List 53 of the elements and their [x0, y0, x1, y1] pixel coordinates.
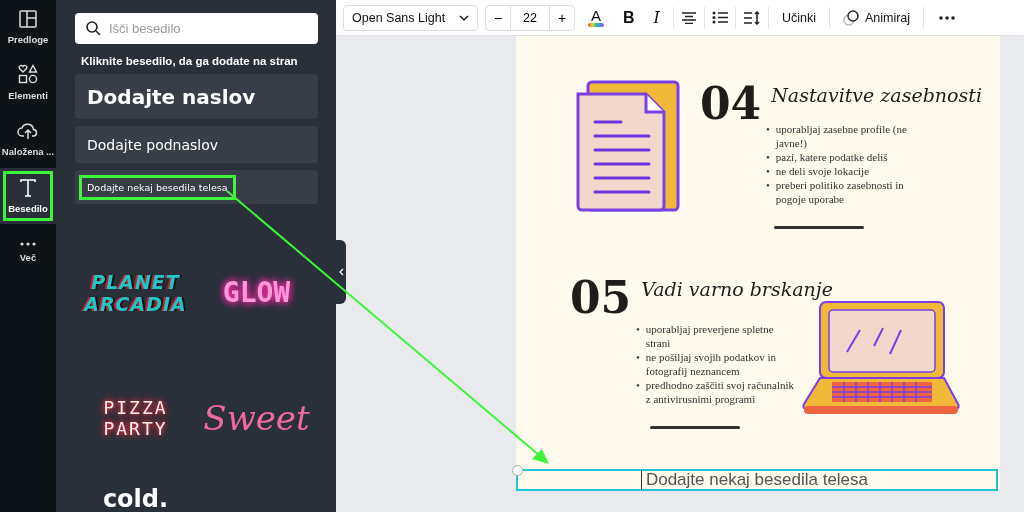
- bullet-marker: •: [766, 164, 770, 178]
- font-size-field[interactable]: 22: [511, 4, 549, 31]
- bullet-item: uporabljaj zasebne profile (ne javne!): [775, 122, 908, 150]
- animate-button[interactable]: Animiraj: [836, 4, 917, 31]
- panel-heading: Kliknite besedilo, da ga dodate na stran: [81, 55, 299, 67]
- text-icon: [20, 178, 36, 197]
- bullet-marker: •: [766, 150, 770, 164]
- bullet-item: preberi politiko zasebnosti in pogoje uporabe: [775, 178, 905, 206]
- more-icon[interactable]: [939, 15, 956, 20]
- more-icon: [20, 241, 36, 246]
- bullet-marker: •: [636, 350, 640, 365]
- text-cursor: [641, 470, 642, 490]
- text-preset[interactable]: Dodajte nekaj besedila telesa: [79, 174, 236, 200]
- font-dropdown[interactable]: Open Sans Light: [343, 4, 478, 31]
- text-style-sample[interactable]: PLANET ARCADIA: [75, 230, 196, 355]
- shapes-icon: [18, 63, 38, 84]
- text-style-sample[interactable]: Sweet: [196, 355, 317, 480]
- bulleted-list-icon[interactable]: [711, 11, 728, 24]
- bullet-item: ne deli svoje lokacije: [775, 164, 870, 178]
- bullet-item: predhodno zaščiti svoj računalnik z antivirusnimi programi: [645, 378, 795, 406]
- cloud-upload-icon: [17, 121, 39, 140]
- section-number: 04: [700, 82, 762, 126]
- section-number: 05: [570, 276, 632, 320]
- increase-size-button[interactable]: +: [549, 4, 575, 31]
- chevron-down-icon: [459, 14, 469, 21]
- animate-icon: [842, 9, 859, 26]
- effects-button[interactable]: Učinki: [775, 4, 822, 31]
- text-style-sample[interactable]: GLOW: [196, 230, 317, 355]
- section-title: Vadi varno brskanje: [641, 278, 833, 300]
- text-color-button[interactable]: A: [582, 4, 610, 31]
- section-title: Nastavitve zasebnosti: [771, 84, 982, 106]
- collapse-panel-handle[interactable]: [336, 240, 346, 304]
- bullet-marker: •: [636, 322, 640, 337]
- text-preset[interactable]: Dodajte podnaslov: [75, 126, 318, 163]
- text-style-sample[interactable]: cold.: [75, 480, 196, 512]
- bullet-item: pazi, katere podatke deliš: [775, 150, 888, 164]
- rotate-handle[interactable]: [512, 465, 523, 476]
- bullet-marker: •: [766, 122, 770, 137]
- bullet-marker: •: [766, 178, 770, 193]
- search-icon: [86, 21, 101, 36]
- chevron-left-icon: [338, 268, 344, 276]
- text-style-sample[interactable]: PIZZA PARTY: [75, 355, 196, 480]
- line-spacing-icon[interactable]: [742, 10, 761, 25]
- search-field[interactable]: Išči besedilo: [75, 13, 318, 44]
- italic-button[interactable]: I: [647, 4, 666, 31]
- text-preset[interactable]: Dodajte naslov: [75, 74, 318, 119]
- sidebar-tab[interactable]: Besedilo: [0, 168, 56, 224]
- layout-icon: [19, 9, 37, 28]
- decrease-size-button[interactable]: −: [485, 4, 511, 31]
- selected-text-box[interactable]: Dodajte nekaj besedila telesa: [516, 469, 998, 491]
- align-center-icon[interactable]: [680, 11, 697, 24]
- bullet-marker: •: [636, 378, 640, 393]
- bold-button[interactable]: B: [617, 4, 641, 31]
